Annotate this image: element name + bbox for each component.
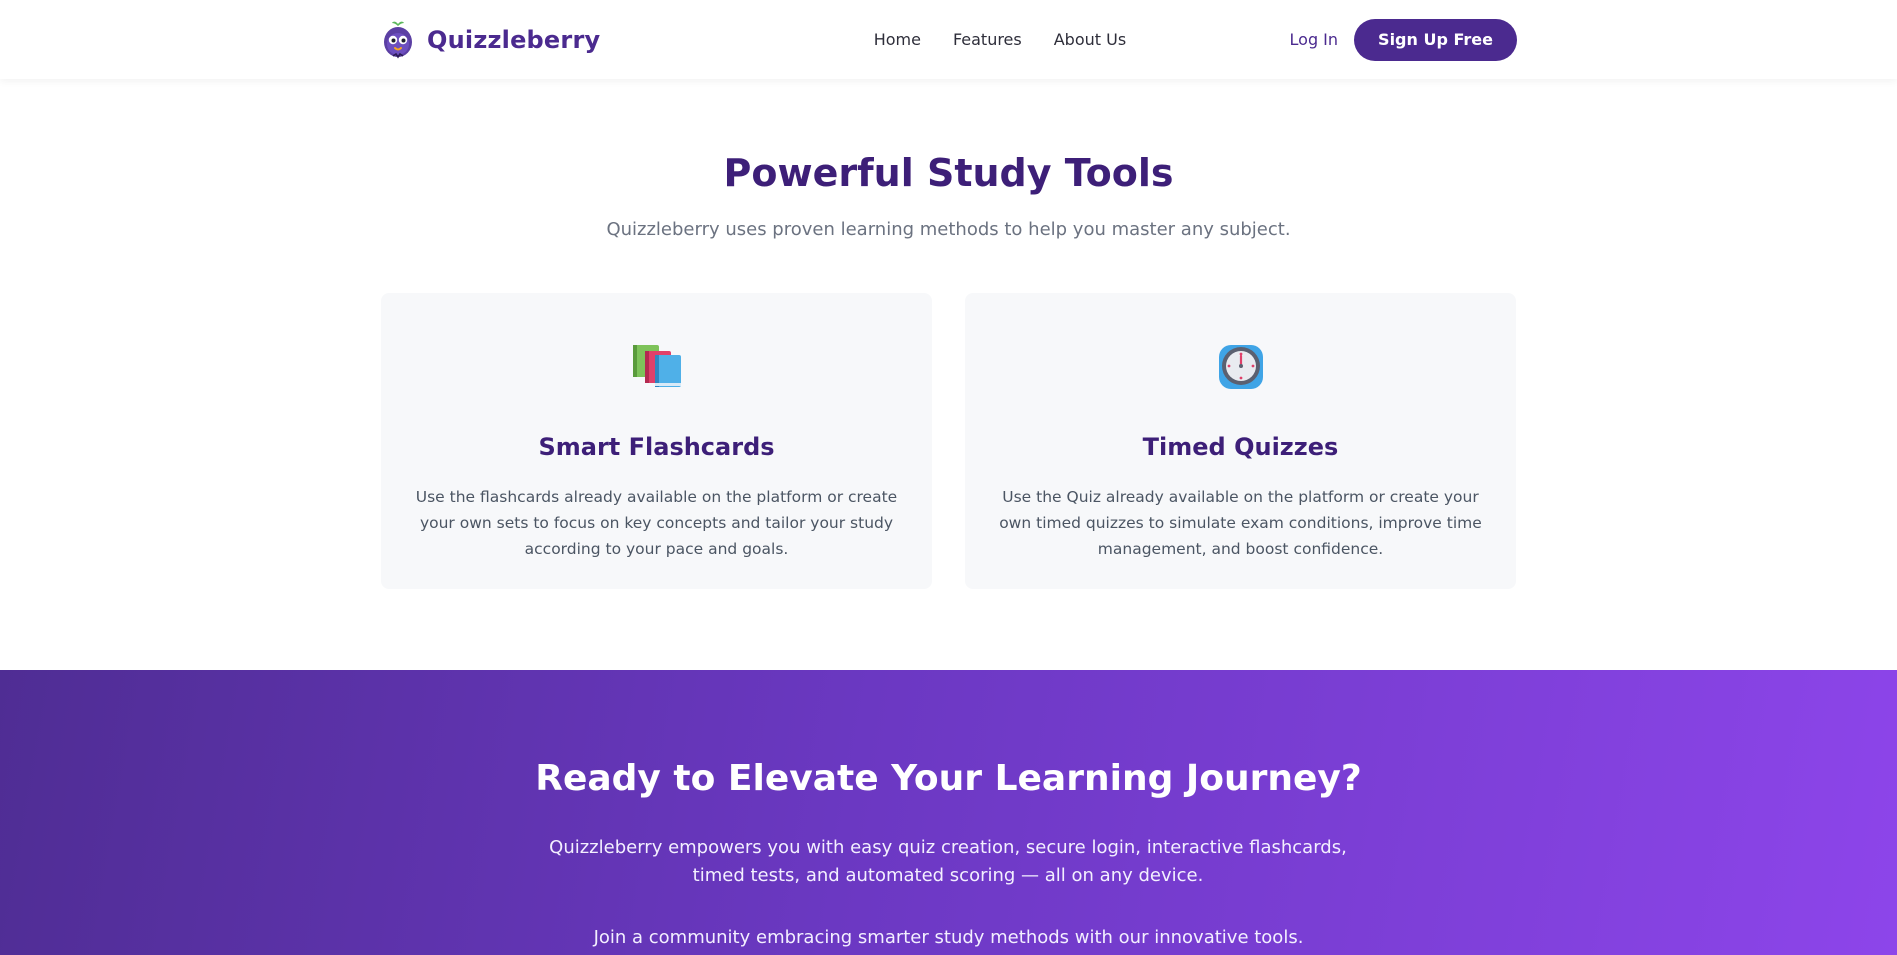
brand[interactable]: Quizzleberry (381, 20, 600, 60)
cta-community-text: Join a community embracing smarter study… (593, 927, 1304, 948)
nav-link-about-us[interactable]: About Us (1054, 30, 1126, 49)
signup-button[interactable]: Sign Up Free (1354, 18, 1517, 61)
login-link[interactable]: Log In (1290, 30, 1339, 49)
books-icon (632, 345, 681, 387)
top-navbar: Quizzleberry Home Features About Us Log … (0, 0, 1897, 79)
card-text: Use the flashcards already available on … (415, 488, 898, 558)
features-section: Powerful Study Tools Quizzleberry uses p… (0, 79, 1897, 670)
feature-card-timed-quizzes: Timed Quizzes Use the Quiz already avail… (965, 293, 1516, 589)
feature-card-flashcards: Smart Flashcards Use the flashcards alre… (381, 293, 932, 589)
cta-description: Quizzleberry empowers you with easy quiz… (549, 837, 1347, 886)
features-subtitle: Quizzleberry uses proven learning method… (606, 219, 1291, 240)
cta-section: Ready to Elevate Your Learning Journey? … (0, 670, 1897, 955)
nav-link-home[interactable]: Home (874, 30, 921, 49)
nav-links: Home Features About Us (874, 30, 1126, 49)
nav-actions: Log In Sign Up Free (1290, 18, 1517, 61)
card-title: Smart Flashcards (538, 433, 775, 461)
card-title: Timed Quizzes (1142, 433, 1339, 461)
card-text: Use the Quiz already available on the pl… (999, 488, 1482, 558)
nav-link-features[interactable]: Features (953, 30, 1022, 49)
brand-name: Quizzleberry (427, 25, 601, 54)
navbar-inner: Quizzleberry Home Features About Us Log … (381, 0, 1517, 79)
features-title: Powerful Study Tools (723, 151, 1174, 195)
stopwatch-icon (1218, 345, 1263, 389)
feature-cards: Smart Flashcards Use the flashcards alre… (381, 293, 1517, 589)
cta-title: Ready to Elevate Your Learning Journey? (535, 758, 1362, 799)
blueberry-mascot-icon (384, 21, 412, 58)
